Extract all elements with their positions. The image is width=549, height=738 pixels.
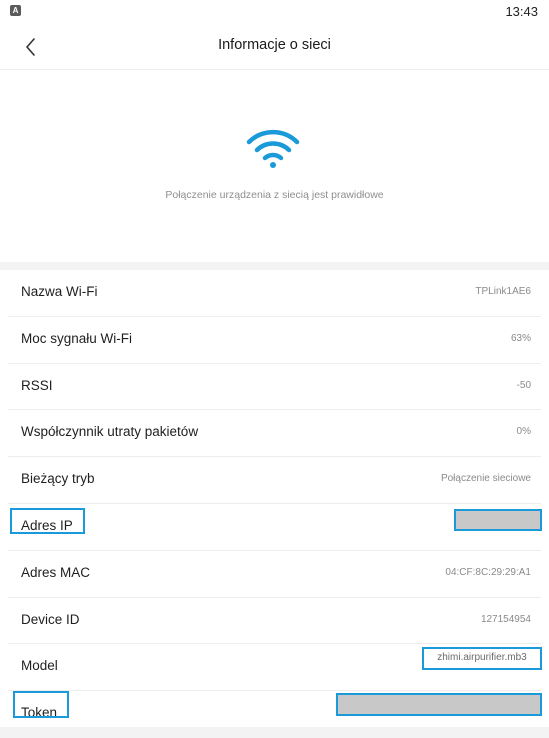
ip-label-highlight [10,508,85,534]
row-value: TPLink1AE6 [475,286,531,297]
model-value-highlight: zhimi.airpurifier.mb3 [422,647,542,670]
row-current-mode: Bieżący tryb Połączenie sieciowe [8,457,541,504]
row-rssi: RSSI -50 [8,364,541,411]
row-label: Device ID [21,611,80,627]
wifi-icon [246,129,300,168]
connection-status-panel: Połączenie urządzenia z siecią jest praw… [0,70,549,262]
status-bar: A 13:43 [0,0,549,24]
row-label: Bieżący tryb [21,471,95,487]
row-label: Nazwa Wi-Fi [21,284,98,299]
row-wifi-signal: Moc sygnału Wi-Fi 63% [8,317,541,364]
row-packet-loss: Współczynnik utraty pakietów 0% [8,410,541,458]
row-device-id: Device ID 127154954 [8,598,541,645]
bottom-divider [0,727,549,738]
status-time: 13:43 [505,4,538,19]
row-wifi-name: Nazwa Wi-Fi TPLink1AE6 [8,270,541,317]
token-label-highlight [13,691,69,718]
row-value: Połączenie sieciowe [440,473,531,485]
row-value: 0% [516,426,531,438]
row-label: Adres MAC [21,564,91,580]
row-label: Moc sygnału Wi-Fi [21,330,133,346]
row-value: 04:CF:8C:29:29:A1 [445,566,531,578]
header: Informacje o sieci [0,24,549,70]
app-notification-icon: A [10,5,21,16]
ip-value-redaction [454,509,542,531]
row-label: Model [21,658,58,674]
row-label: Współczynnik utraty pakietów [21,424,199,440]
page-title: Informacje o sieci [218,37,331,53]
section-divider [0,262,549,270]
row-value: 127154954 [480,613,531,625]
row-label: RSSI [21,377,53,393]
row-mac-address: Adres MAC 04:CF:8C:29:29:A1 [8,551,541,598]
row-value: -50 [516,379,531,391]
token-value-redaction [336,693,542,716]
row-value: 63% [510,332,531,344]
connection-status-message: Połączenie urządzenia z siecią jest praw… [165,189,384,201]
